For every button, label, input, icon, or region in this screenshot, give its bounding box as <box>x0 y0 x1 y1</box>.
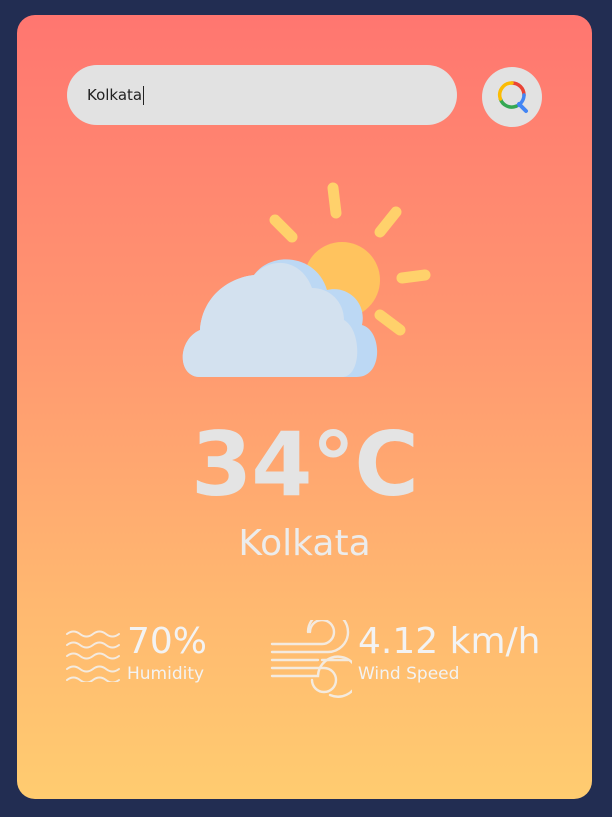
temperature: 34°C <box>190 413 419 516</box>
humidity-waves-icon <box>66 630 120 682</box>
search-button[interactable] <box>482 67 542 127</box>
humidity-label: Humidity <box>127 664 205 684</box>
search-input[interactable]: Kolkata <box>67 65 457 125</box>
wind-detail: 4.12 km/h Wind Speed <box>270 620 540 698</box>
search-input-value[interactable]: Kolkata <box>87 86 142 104</box>
humidity-detail: 70% Humidity <box>65 620 207 684</box>
search-icon <box>498 81 528 113</box>
partly-cloudy-icon <box>182 182 431 377</box>
wind-speed-value: 4.12 km/h <box>358 621 541 662</box>
text-caret <box>143 85 145 105</box>
wind-speed-label: Wind Speed <box>358 664 460 684</box>
wind-icon <box>270 620 352 698</box>
weather-card: Kolkata 34°C Kolkata 70% Humidity 4.12 k… <box>17 15 592 799</box>
city-name: Kolkata <box>238 523 371 564</box>
humidity-value: 70% <box>127 621 208 662</box>
